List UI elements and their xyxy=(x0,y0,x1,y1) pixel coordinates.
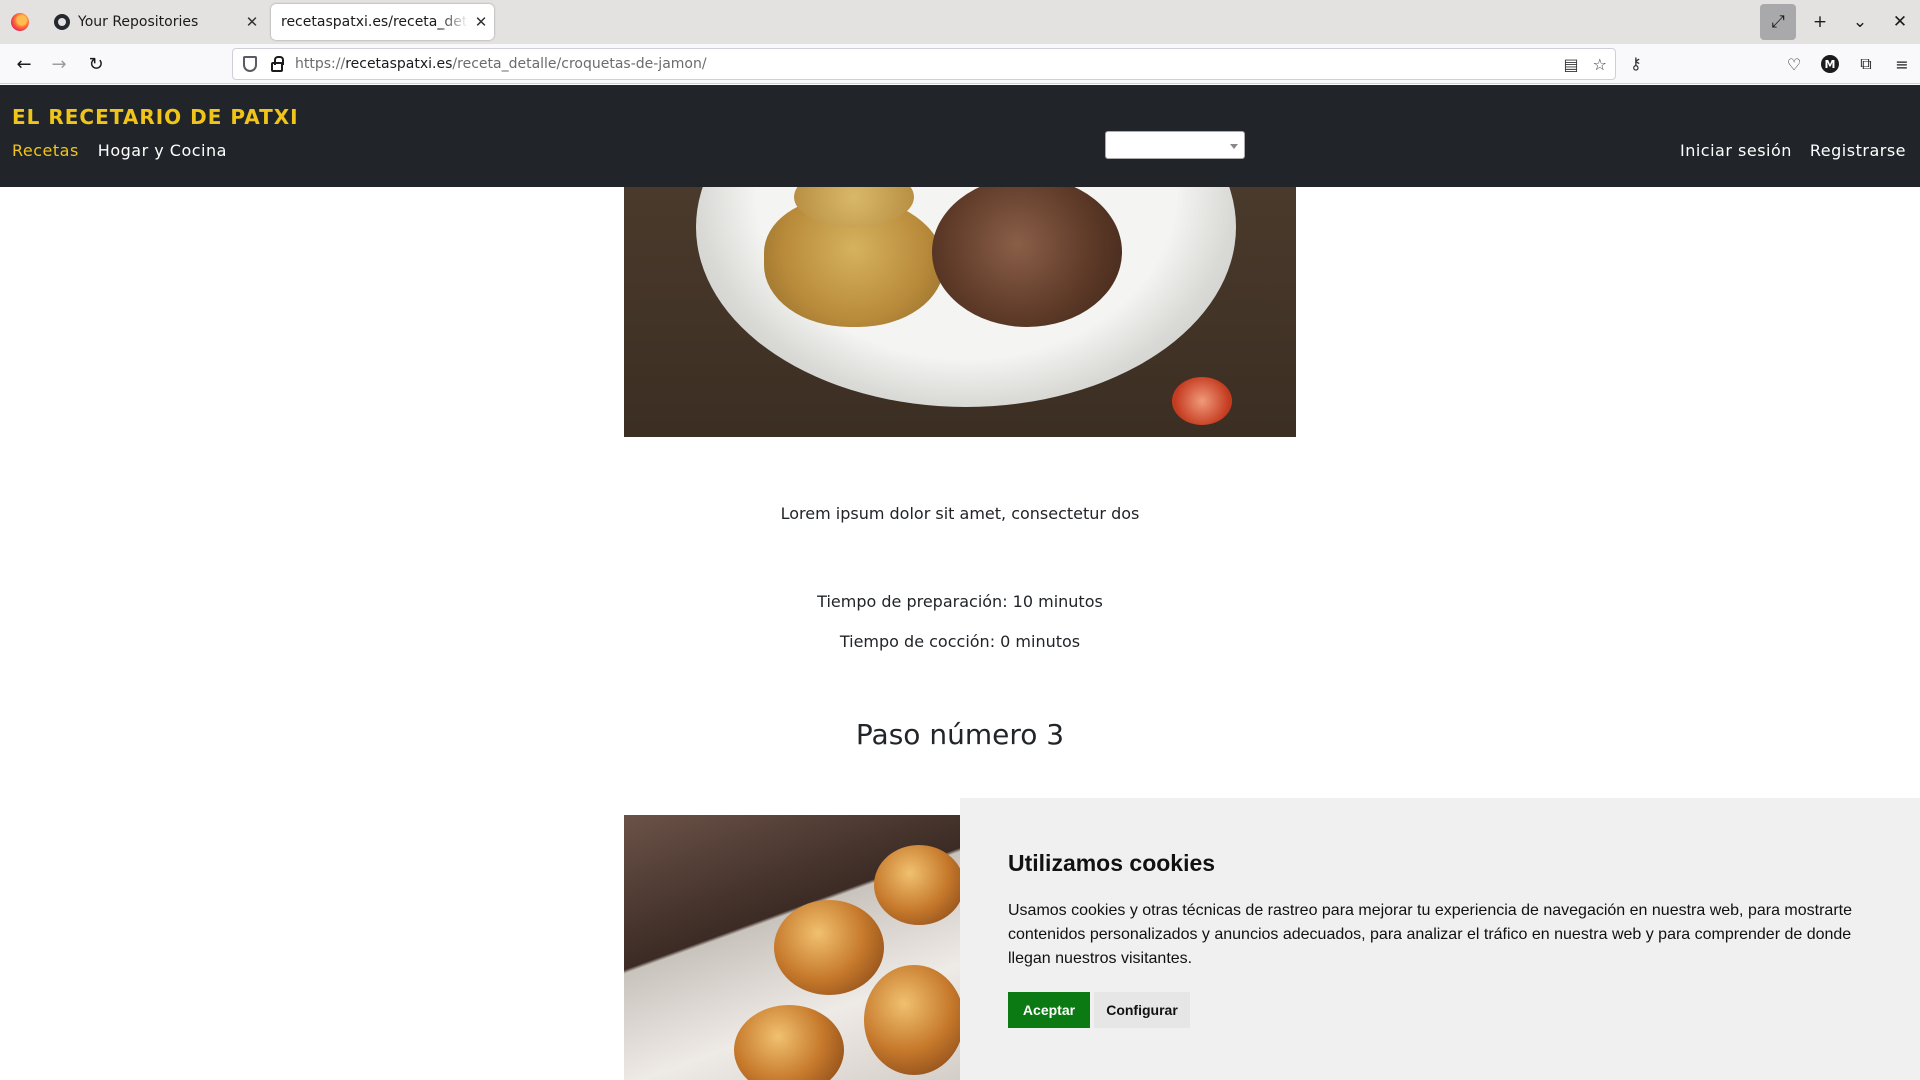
url-path: /receta_detalle/croquetas-de-jamon/ xyxy=(452,56,707,72)
recipe-step-image xyxy=(624,187,1296,437)
url-text[interactable]: https://recetaspatxi.es/receta_detalle/c… xyxy=(295,56,707,72)
tab-title: recetaspatxi.es/receta_detalle/croquetas… xyxy=(281,14,468,30)
cookie-title: Utilizamos cookies xyxy=(1008,850,1216,876)
prep-time: Tiempo de preparación: 10 minutos xyxy=(817,592,1103,611)
firefox-logo-icon[interactable] xyxy=(11,13,29,31)
forward-arrow-icon[interactable]: → xyxy=(45,50,73,78)
menu-hamburger-icon[interactable]: ≡ xyxy=(1884,55,1920,74)
tab-list-chevron-down-icon[interactable]: ⌄ xyxy=(1840,4,1880,40)
new-tab-icon[interactable]: + xyxy=(1800,4,1840,40)
account-avatar[interactable]: M xyxy=(1812,55,1848,73)
pocket-icon[interactable]: ♡ xyxy=(1776,55,1812,74)
food-shape xyxy=(734,1005,844,1080)
fullscreen-icon[interactable]: ⤢ xyxy=(1760,4,1796,40)
extensions-puzzle-icon[interactable]: ⧉ xyxy=(1848,54,1884,74)
register-link[interactable]: Registrarse xyxy=(1810,141,1906,160)
nav-link-hogar-y-cocina[interactable]: Hogar y Cocina xyxy=(98,141,227,160)
language-select[interactable] xyxy=(1105,131,1245,159)
bookmark-star-icon[interactable]: ☆ xyxy=(1593,55,1607,74)
reload-icon[interactable]: ↻ xyxy=(82,50,110,78)
url-actions: ▤ ☆ xyxy=(1564,49,1607,79)
back-arrow-icon[interactable]: ← xyxy=(10,50,38,78)
cookie-banner: Utilizamos cookies Usamos cookies y otra… xyxy=(960,798,1920,1080)
auth-links: Iniciar sesión Registrarse xyxy=(1680,141,1906,160)
close-tab-icon[interactable]: ✕ xyxy=(468,13,494,31)
url-prefix: https:// xyxy=(295,56,346,72)
food-shape xyxy=(774,900,884,995)
food-shape xyxy=(1172,377,1232,425)
avatar-letter: M xyxy=(1821,55,1839,73)
github-icon xyxy=(54,14,70,30)
browser-tab-bar: Your Repositories ✕ recetaspatxi.es/rece… xyxy=(0,0,1920,44)
reader-view-icon[interactable]: ▤ xyxy=(1564,55,1579,74)
toolbar-right: ♡ M ⧉ ≡ xyxy=(1776,44,1920,84)
tab-your-repositories[interactable]: Your Repositories ✕ xyxy=(40,4,265,40)
url-bar[interactable]: https://recetaspatxi.es/receta_detalle/c… xyxy=(232,48,1616,80)
url-domain: recetaspatxi.es xyxy=(345,56,453,72)
accept-cookies-button[interactable]: Aceptar xyxy=(1008,992,1090,1028)
food-shape xyxy=(864,965,960,1075)
cookie-text: Usamos cookies y otras técnicas de rastr… xyxy=(1008,902,1852,967)
lock-icon[interactable] xyxy=(271,56,284,72)
site-nav: Recetas Hogar y Cocina xyxy=(12,141,227,160)
tab-actions: ⤢ + ⌄ ✕ xyxy=(1760,4,1920,40)
food-shape xyxy=(874,845,960,925)
password-key-icon[interactable]: ⚷ xyxy=(1630,54,1642,73)
tab-title: Your Repositories xyxy=(78,14,199,30)
configure-cookies-button[interactable]: Configurar xyxy=(1094,992,1190,1028)
login-link[interactable]: Iniciar sesión xyxy=(1680,141,1792,160)
nav-link-recetas[interactable]: Recetas xyxy=(12,141,79,160)
step-title: Paso número 3 xyxy=(855,718,1065,751)
tracking-protection-shield-icon[interactable] xyxy=(243,56,257,72)
browser-toolbar: ← → ↻ https://recetaspatxi.es/receta_det… xyxy=(0,44,1920,84)
recipe-step-image xyxy=(624,815,960,1080)
site-brand[interactable]: EL RECETARIO DE PATXI xyxy=(12,105,299,129)
site-header: EL RECETARIO DE PATXI Recetas Hogar y Co… xyxy=(0,85,1920,187)
close-tab-icon[interactable]: ✕ xyxy=(239,13,265,31)
step-description: Lorem ipsum dolor sit amet, consectetur … xyxy=(780,504,1140,523)
cook-time: Tiempo de cocción: 0 minutos xyxy=(839,632,1081,651)
tab-recetaspatxi[interactable]: recetaspatxi.es/receta_detalle/croquetas… xyxy=(271,4,494,40)
close-window-icon[interactable]: ✕ xyxy=(1880,4,1920,40)
